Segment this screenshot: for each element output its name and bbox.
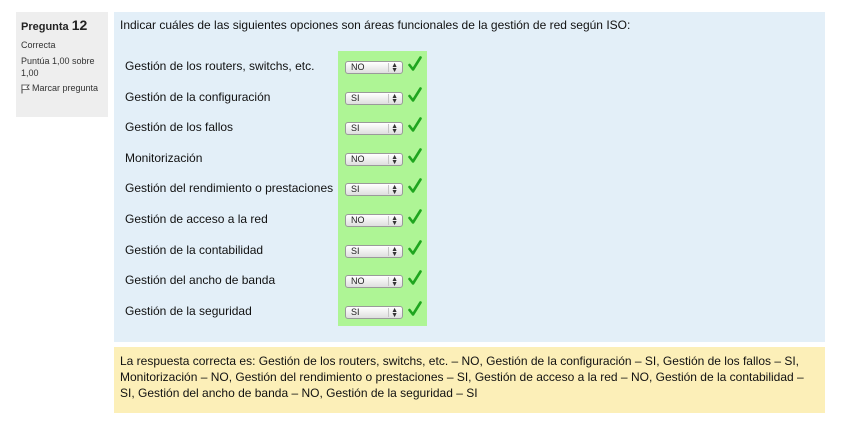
answer-select-value: SI — [351, 123, 360, 134]
select-arrows-icon: ▲ ▼ — [391, 123, 398, 136]
answer-row-label: Gestión del rendimiento o prestaciones — [125, 181, 334, 196]
quiz-review-page: Pregunta 12 Correcta Puntúa 1,00 sobre 1… — [0, 0, 848, 427]
question-formulation: Indicar cuáles de las siguientes opcione… — [114, 12, 825, 342]
question-info-panel: Pregunta 12 Correcta Puntúa 1,00 sobre 1… — [16, 12, 108, 117]
select-arrows-icon: ▲ ▼ — [391, 153, 398, 166]
checkmark-icon — [408, 209, 422, 224]
flag-label: Marcar pregunta — [32, 83, 99, 93]
answer-select-value: SI — [351, 184, 360, 195]
flag-question-link[interactable]: Marcar pregunta — [21, 82, 103, 94]
answer-select[interactable]: NO ▲ ▼ — [345, 61, 403, 74]
checkmark-icon — [408, 239, 422, 255]
flag-icon — [21, 84, 30, 94]
answer-row-label: Gestión del ancho de banda — [125, 273, 276, 288]
checkmark-icon — [408, 117, 422, 132]
answer-select[interactable]: NO ▲ ▼ — [345, 214, 403, 227]
select-arrows-icon: ▲ ▼ — [391, 215, 398, 227]
answer-row-label: Gestión de la contabilidad — [125, 242, 264, 257]
answer-row-label: Monitorización — [125, 150, 203, 165]
question-number-heading: Pregunta 12 — [21, 18, 103, 34]
answer-row-label: Gestión de la seguridad — [125, 303, 252, 318]
select-arrows-icon: ▲ ▼ — [391, 276, 398, 289]
answer-select[interactable]: SI ▲ ▼ — [345, 91, 403, 105]
answer-row-label: Gestión de los routers, switchs, etc. — [125, 59, 315, 73]
select-arrows-icon: ▲ ▼ — [391, 306, 398, 319]
checkmark-icon — [408, 270, 422, 285]
right-answer-box: La respuesta correcta es: Gestión de los… — [114, 347, 825, 413]
answer-row-label: Gestión de la configuración — [125, 89, 271, 104]
answer-row-label: Gestión de acceso a la red — [125, 212, 268, 226]
question-text: Indicar cuáles de las siguientes opcione… — [120, 18, 631, 32]
answer-select[interactable]: SI ▲ ▼ — [345, 183, 403, 197]
question-state: Correcta — [21, 40, 56, 50]
question-number: 12 — [71, 17, 88, 33]
checkmark-icon — [408, 56, 422, 71]
answer-select[interactable]: SI ▲ ▼ — [345, 305, 403, 319]
checkmark-icon — [408, 300, 422, 316]
checkmark-icon — [408, 147, 422, 163]
answer-select-value: SI — [351, 245, 360, 256]
answer-select[interactable]: SI ▲ ▼ — [345, 122, 403, 136]
answer-select-value: NO — [351, 215, 365, 225]
select-arrows-icon: ▲ ▼ — [391, 92, 398, 105]
answer-select-value: SI — [351, 92, 360, 103]
checkmark-icon — [408, 86, 422, 102]
answer-select[interactable]: NO ▲ ▼ — [345, 152, 403, 166]
checkmark-icon — [408, 178, 422, 194]
answer-select-value: NO — [351, 153, 365, 164]
select-arrows-icon: ▲ ▼ — [391, 184, 398, 197]
question-label: Pregunta — [21, 21, 69, 33]
answer-select[interactable]: NO ▲ ▼ — [345, 275, 403, 289]
select-arrows-icon: ▲ ▼ — [391, 62, 398, 74]
right-answer-text: La respuesta correcta es: Gestión de los… — [120, 354, 804, 400]
answer-select-value: SI — [351, 306, 360, 317]
select-arrows-icon: ▲ ▼ — [391, 245, 398, 258]
answer-select-value: NO — [351, 276, 365, 287]
answer-row-label: Gestión de los fallos — [125, 120, 234, 135]
question-grade: Puntúa 1,00 sobre 1,00 — [21, 56, 95, 78]
answer-select[interactable]: SI ▲ ▼ — [345, 244, 403, 258]
answer-select-value: NO — [351, 62, 365, 72]
